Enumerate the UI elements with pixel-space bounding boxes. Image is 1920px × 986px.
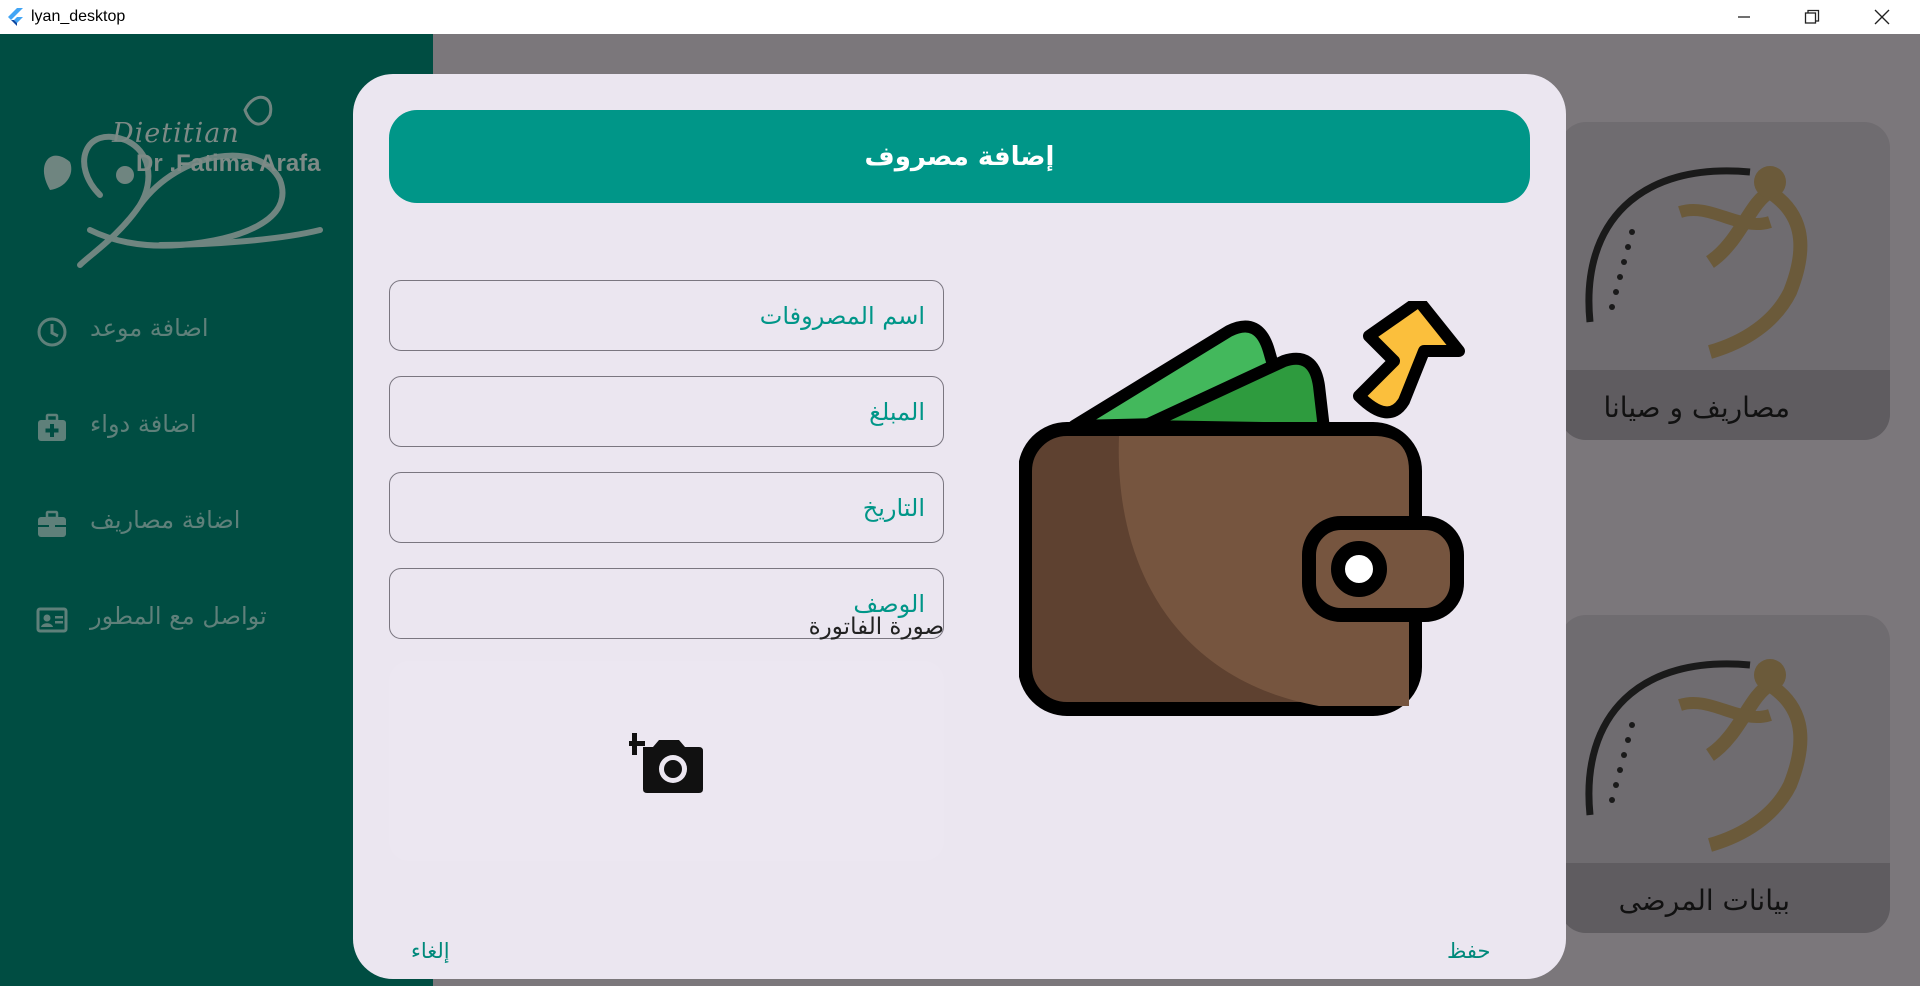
invoice-image-label: صورة الفاتورة <box>808 614 944 640</box>
clinic-logo: Dietitian Dr .Fatima Arafa <box>30 70 360 270</box>
cancel-button[interactable]: إلغاء <box>411 939 450 963</box>
dialog-title: إضافة مصروف <box>864 141 1055 172</box>
card-patient-data[interactable]: بيانات المرضى <box>1560 615 1890 933</box>
expense-name-input[interactable] <box>390 281 943 350</box>
dialog-header: إضافة مصروف <box>389 110 1530 203</box>
date-field[interactable] <box>389 472 944 543</box>
add-expense-dialog: إضافة مصروف صورة الفاتورة <box>353 74 1566 979</box>
logo-subtitle: Dr .Fatima Arafa <box>136 150 321 177</box>
invoice-image-label-row: صورة الفاتورة <box>389 614 944 648</box>
card-expenses-maintenance[interactable]: مصاريف و صيانا <box>1560 122 1890 440</box>
card-label: بيانات المرضى <box>1618 884 1790 917</box>
card-label: مصاريف و صيانا <box>1603 391 1790 424</box>
wallet-illustration <box>1018 295 1469 751</box>
sidebar-item-label: اضافة مصاريف <box>90 506 241 534</box>
minimize-button[interactable] <box>1710 0 1778 34</box>
window-titlebar: lyan_desktop <box>0 0 1920 34</box>
medical-kit-icon <box>38 413 66 441</box>
sidebar-item-label: اضافة موعد <box>90 314 209 342</box>
amount-field[interactable] <box>389 376 944 447</box>
logo-title: Dietitian <box>112 118 240 149</box>
amount-input[interactable] <box>390 377 943 446</box>
close-icon <box>1874 9 1890 25</box>
save-button[interactable]: حفظ <box>1447 939 1491 963</box>
fitness-logo-icon <box>1585 166 1808 359</box>
app-body: Dietitian Dr .Fatima Arafa اضافة موعد اض… <box>0 34 1920 986</box>
minimize-icon <box>1738 16 1750 18</box>
fitness-logo-icon <box>1585 659 1808 852</box>
restore-icon <box>1804 9 1820 24</box>
date-input[interactable] <box>390 473 943 542</box>
expense-name-field[interactable] <box>389 280 944 351</box>
sidebar-item-label: تواصل مع المطور <box>90 602 267 630</box>
close-button[interactable] <box>1848 0 1916 34</box>
clock-icon <box>37 317 67 347</box>
invoice-image-picker[interactable] <box>389 661 944 861</box>
window-title: lyan_desktop <box>31 8 126 25</box>
restore-button[interactable] <box>1778 0 1846 34</box>
contact-card-icon <box>36 607 68 633</box>
briefcase-icon <box>38 510 66 537</box>
wallet-icon <box>1018 295 1465 716</box>
add-photo-icon <box>628 733 703 793</box>
flutter-icon <box>8 8 23 26</box>
sidebar-item-label: اضافة دواء <box>90 410 197 438</box>
